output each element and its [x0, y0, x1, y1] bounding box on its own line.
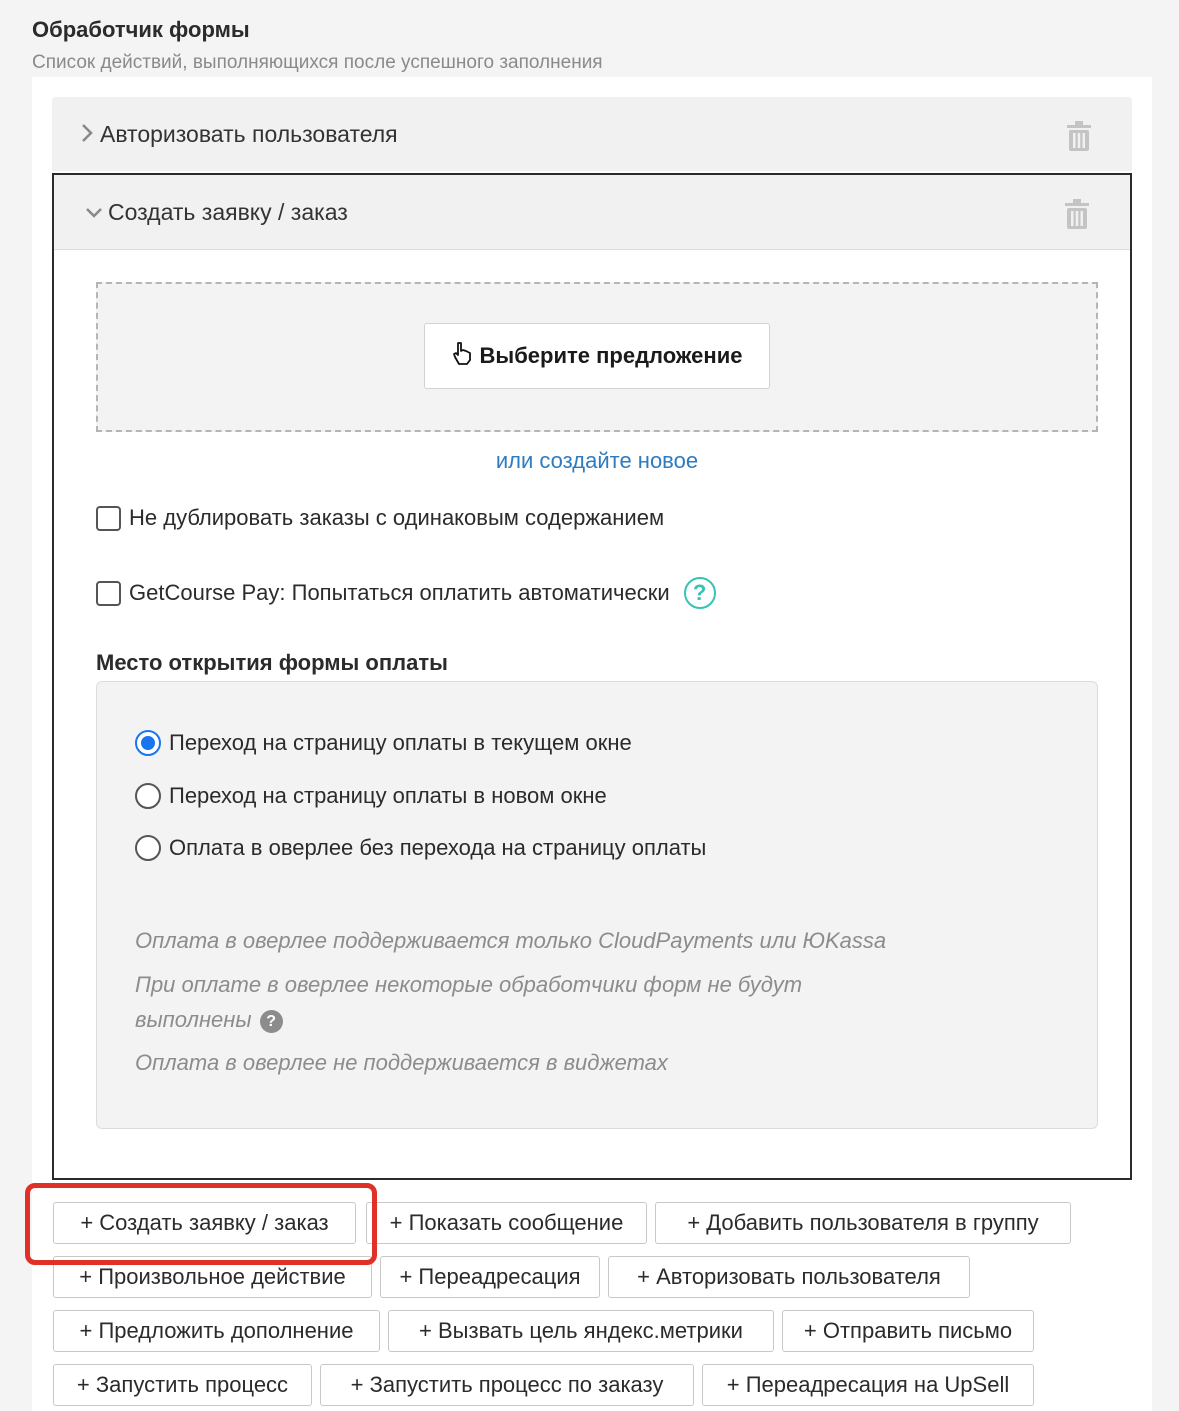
chevron-down-icon[interactable] [84, 205, 104, 226]
add-run-process-button[interactable]: + Запустить процесс [53, 1364, 312, 1406]
handler-item-label[interactable]: Создать заявку / заказ [108, 199, 348, 226]
add-send-email-button[interactable]: + Отправить письмо [782, 1310, 1034, 1352]
question-icon[interactable]: ? [259, 1009, 283, 1033]
payment-place-label: Место открытия формы оплаты [96, 650, 448, 675]
trash-icon[interactable] [1066, 121, 1092, 156]
highlight-frame [25, 1183, 377, 1265]
radio-button[interactable] [135, 730, 161, 756]
overlay-note: При оплате в оверлее некоторые обработчи… [135, 972, 803, 997]
no-duplicate-checkbox[interactable] [96, 505, 121, 531]
no-duplicate-label[interactable]: Не дублировать заказы с одинаковым содер… [129, 505, 664, 531]
payment-choice-current-window[interactable]: Переход на страницу оплаты в текущем окн… [135, 730, 632, 756]
create-new-offer-link[interactable]: или создайте новое [0, 448, 1179, 474]
gc-pay-checkbox[interactable] [96, 580, 121, 606]
help-icon[interactable]: ? [683, 577, 716, 609]
add-metrika-goal-button[interactable]: + Вызвать цель яндекс.метрики [388, 1310, 774, 1352]
overlay-note-text: выполнены [135, 1007, 252, 1032]
overlay-note: Оплата в оверлее не поддерживается в вид… [135, 1050, 668, 1075]
gc-pay-label[interactable]: GetCourse Pay: Попытаться оплатить автом… [129, 580, 670, 606]
overlay-note: Оплата в оверлее поддерживается только C… [135, 928, 887, 953]
handler-item-label[interactable]: Авторизовать пользователя [100, 121, 398, 148]
gc-pay-option[interactable]: GetCourse Pay: Попытаться оплатить автом… [96, 577, 716, 609]
add-redirect-button[interactable]: + Переадресация [380, 1256, 600, 1298]
select-offer-button[interactable]: Выберите предложение [424, 323, 770, 389]
page-subtitle: Список действий, выполняющихся после усп… [32, 52, 603, 73]
add-authorize-user-button[interactable]: + Авторизовать пользователя [608, 1256, 970, 1298]
radio-label[interactable]: Переход на страницу оплаты в новом окне [169, 783, 607, 809]
radio-label[interactable]: Переход на страницу оплаты в текущем окн… [169, 730, 632, 756]
page-title: Обработчик формы [32, 17, 250, 42]
no-duplicate-option[interactable]: Не дублировать заказы с одинаковым содер… [96, 505, 664, 531]
select-offer-label[interactable]: Выберите предложение [480, 343, 743, 369]
trash-icon[interactable] [1064, 199, 1090, 234]
add-show-message-button[interactable]: + Показать сообщение [366, 1202, 647, 1244]
add-offer-addon-button[interactable]: + Предложить дополнение [53, 1310, 380, 1352]
add-user-to-group-button[interactable]: + Добавить пользователя в группу [655, 1202, 1071, 1244]
radio-button[interactable] [135, 835, 161, 861]
payment-choice-overlay[interactable]: Оплата в оверлее без перехода на страниц… [135, 835, 706, 861]
radio-button[interactable] [135, 783, 161, 809]
radio-label[interactable]: Оплата в оверлее без перехода на страниц… [169, 835, 706, 861]
add-upsell-redirect-button[interactable]: + Переадресация на UpSell [702, 1364, 1034, 1406]
add-run-order-process-button[interactable]: + Запустить процесс по заказу [320, 1364, 694, 1406]
chevron-right-icon[interactable] [80, 122, 94, 149]
payment-choice-new-window[interactable]: Переход на страницу оплаты в новом окне [135, 783, 607, 809]
overlay-note: выполнены? [135, 1002, 283, 1037]
hand-pointer-icon [452, 341, 474, 371]
